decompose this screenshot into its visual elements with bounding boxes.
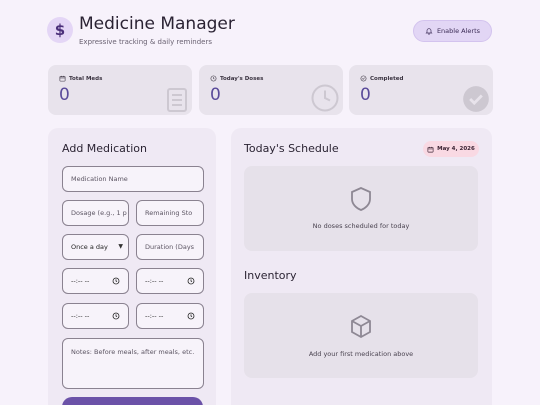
app-subtitle: Expressive tracking & daily reminders: [79, 38, 212, 46]
clock-small-icon: [210, 75, 217, 82]
schedule-date: May 4, 2026: [437, 146, 475, 152]
calendar-icon: [59, 75, 66, 82]
app-header: $ Medicine Manager Expressive tracking &…: [47, 14, 492, 50]
date-badge: May 4, 2026: [423, 141, 479, 157]
schedule-empty-panel: No doses scheduled for today: [244, 166, 478, 251]
stat-value: 0: [59, 85, 70, 105]
schedule-empty-text: No doses scheduled for today: [312, 222, 410, 230]
stat-value: 0: [360, 85, 371, 105]
stat-value: 0: [210, 85, 221, 105]
inventory-empty-panel: Add your first medication above: [244, 293, 478, 378]
clock-icon[interactable]: [187, 277, 195, 285]
duration-input[interactable]: Duration (Days: [136, 234, 204, 260]
enable-alerts-label: Enable Alerts: [436, 27, 481, 35]
bell-icon: [425, 28, 433, 35]
time-input-4[interactable]: --:-- --: [136, 303, 204, 329]
stat-card-completed: Completed 0: [349, 65, 493, 115]
dosage-input[interactable]: Dosage (e.g., 1 p: [62, 200, 129, 226]
clock-icon: [311, 84, 339, 112]
stat-card-todays-doses: Today's Doses 0: [199, 65, 343, 115]
stat-label: Total Meds: [69, 75, 103, 82]
medication-name-input[interactable]: Medication Name: [62, 166, 204, 192]
stat-card-total-meds: Total Meds 0: [48, 65, 192, 115]
add-medication-button[interactable]: [62, 397, 203, 405]
clock-icon[interactable]: [112, 277, 120, 285]
dollar-logo-icon: $: [47, 17, 73, 43]
time-input-2[interactable]: --:-- --: [136, 268, 204, 294]
add-medication-title: Add Medication: [62, 142, 147, 155]
check-small-icon: [360, 75, 367, 82]
notes-textarea[interactable]: Notes: Before meals, after meals, etc.: [62, 338, 204, 389]
time-input-3[interactable]: --:-- --: [62, 303, 129, 329]
stat-label: Completed: [370, 75, 404, 82]
clock-icon[interactable]: [187, 312, 195, 320]
box-icon: [351, 314, 371, 339]
app-title: Medicine Manager: [79, 14, 235, 34]
enable-alerts-button[interactable]: Enable Alerts: [413, 20, 492, 42]
inventory-title: Inventory: [244, 269, 297, 282]
check-circle-icon: [463, 86, 489, 112]
time-input-1[interactable]: --:-- --: [62, 268, 129, 294]
stat-label: Today's Doses: [220, 75, 264, 82]
pill-list-icon: [167, 88, 187, 112]
calendar-icon: [427, 146, 434, 152]
remaining-stock-input[interactable]: Remaining Sto: [136, 200, 204, 226]
todays-schedule-title: Today's Schedule: [244, 142, 339, 155]
clock-icon[interactable]: [112, 312, 120, 320]
chevron-down-icon: ▼: [118, 243, 123, 250]
shield-icon: [351, 187, 371, 211]
frequency-select[interactable]: Once a day ▼: [62, 234, 129, 260]
inventory-empty-text: Add your first medication above: [308, 350, 414, 358]
